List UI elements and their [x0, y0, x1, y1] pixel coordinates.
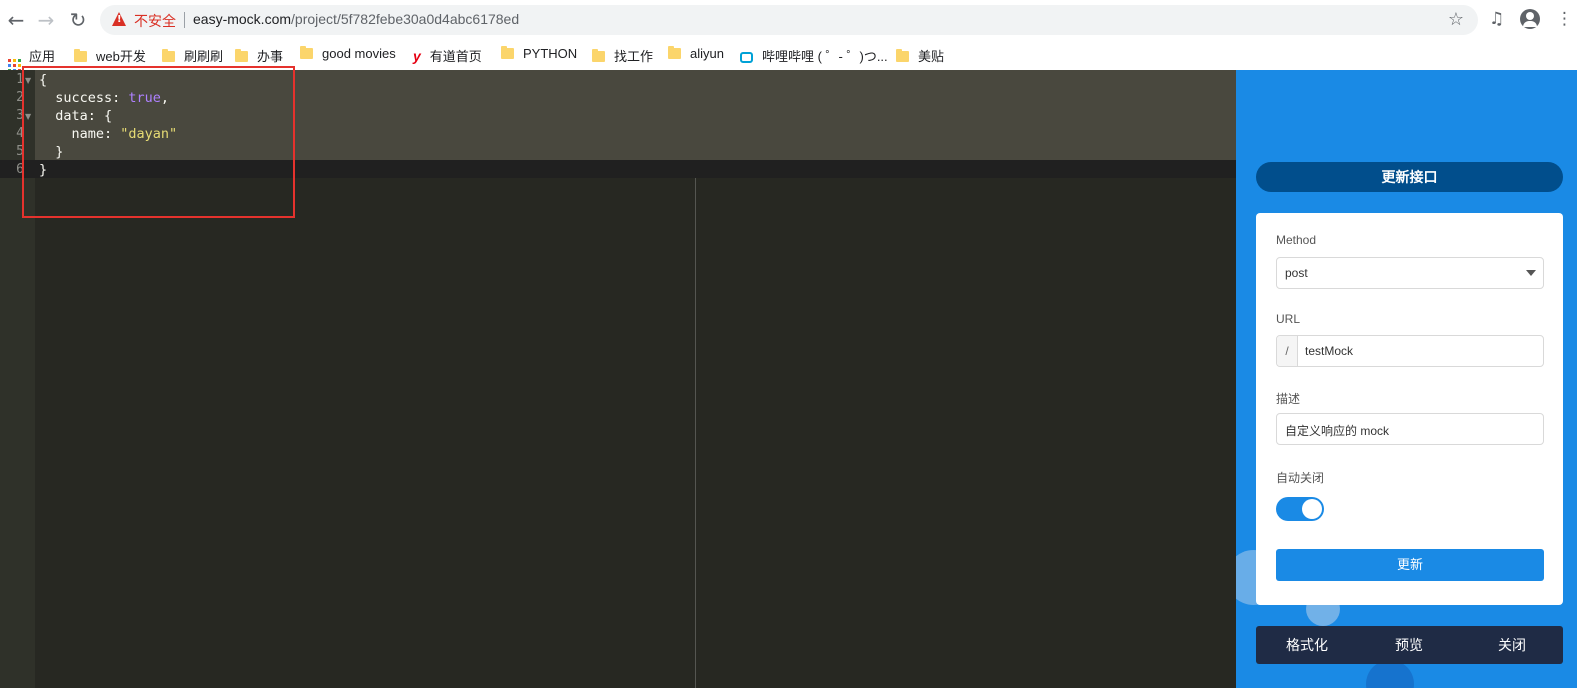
bookmark-label: 有道首页 [429, 49, 482, 64]
back-arrow-icon[interactable]: ← [4, 8, 28, 32]
bookmark-web-dev[interactable]: web开发 [74, 46, 146, 64]
url-host: easy-mock.com [193, 11, 292, 27]
line-number: 5 [16, 144, 24, 159]
bookmark-good-movies[interactable]: good movies [300, 46, 396, 64]
preview-button[interactable]: 预览 [1358, 626, 1460, 664]
description-input[interactable]: 自定义响应的 mock [1285, 422, 1389, 439]
annotation-highlight-box [22, 66, 295, 218]
line-number: 6 [16, 162, 24, 177]
bookmark-label: 找工作 [614, 49, 654, 64]
address-bar[interactable]: 不安全 easy-mock.com/project/5f782febe30a0d… [100, 5, 1478, 35]
bookmark-label: 哔哩哔哩 ( ゜- ゜)つ... [762, 49, 888, 64]
method-value: post [1285, 266, 1308, 280]
folder-icon [235, 49, 248, 62]
auto-close-toggle[interactable] [1276, 497, 1324, 521]
bookmark-youdao[interactable]: y 有道首页 [413, 46, 482, 64]
folder-icon [300, 46, 313, 59]
toggle-knob [1302, 499, 1322, 519]
bookmark-label: 办事 [257, 49, 284, 64]
panel-title: 更新接口 [1256, 162, 1563, 192]
url-field[interactable]: / testMock [1276, 335, 1544, 367]
folder-icon [162, 49, 175, 62]
reload-icon[interactable]: ↻ [66, 8, 90, 32]
line-number: 3 [16, 108, 24, 123]
description-field[interactable]: 自定义响应的 mock [1276, 413, 1544, 445]
url-text[interactable]: easy-mock.com/project/5f782febe30a0d4abc… [193, 11, 519, 27]
folder-icon [74, 49, 87, 62]
auto-close-label: 自动关闭 [1276, 471, 1325, 485]
line-number: 4 [16, 126, 24, 141]
url-input[interactable]: testMock [1305, 344, 1353, 358]
line-number: 1 [16, 72, 24, 87]
bookmark-shuashuashua[interactable]: 刷刷刷 [162, 46, 223, 64]
bilibili-icon [740, 52, 753, 63]
bookmark-label: 刷刷刷 [184, 49, 224, 64]
folder-icon [896, 49, 909, 62]
decorative-bubble [1366, 660, 1414, 688]
url-prefix: / [1277, 336, 1298, 366]
interface-form: Method post URL / testMock 描述 自定义响应的 moc… [1256, 213, 1563, 605]
url-path: /project/5f782febe30a0d4abc6178ed [291, 11, 520, 27]
more-menu-icon[interactable]: ⋮ [1556, 9, 1573, 29]
insecure-label[interactable]: 不安全 [134, 11, 176, 31]
print-margin [695, 178, 696, 688]
account-icon[interactable] [1520, 9, 1540, 29]
bookmark-label: PYTHON [523, 46, 578, 61]
description-label: 描述 [1276, 392, 1301, 406]
bookmark-meitie[interactable]: 美贴 [896, 46, 944, 64]
media-control-icon[interactable]: ♫ [1489, 9, 1504, 29]
address-separator [184, 12, 185, 28]
interface-panel: 更新接口 Method post URL / testMock 描述 自定义响应… [1236, 70, 1577, 688]
forward-arrow-icon[interactable]: → [34, 8, 58, 32]
line-number: 2 [16, 90, 24, 105]
editor-action-bar: 格式化 预览 关闭 [1256, 626, 1563, 664]
folder-icon [501, 46, 514, 59]
caret-down-icon [1526, 270, 1536, 276]
bookmark-label: web开发 [96, 49, 146, 64]
browser-toolbar: ← → ↻ 不安全 easy-mock.com/project/5f782feb… [0, 0, 1577, 40]
bookmark-banshi[interactable]: 办事 [235, 46, 283, 64]
bookmark-label: 美贴 [918, 49, 945, 64]
warning-icon[interactable] [112, 12, 126, 26]
method-select[interactable]: post [1276, 257, 1544, 289]
bookmark-star-icon[interactable]: ☆ [1448, 9, 1464, 30]
folder-icon [592, 49, 605, 62]
bookmark-label: aliyun [690, 46, 724, 61]
update-button[interactable]: 更新 [1276, 549, 1544, 581]
bookmark-aliyun[interactable]: aliyun [668, 46, 724, 64]
bookmark-label: 应用 [29, 49, 56, 64]
format-button[interactable]: 格式化 [1256, 626, 1358, 664]
method-label: Method [1276, 233, 1317, 247]
close-button[interactable]: 关闭 [1461, 626, 1563, 664]
bookmark-python[interactable]: PYTHON [501, 46, 577, 64]
url-label: URL [1276, 312, 1301, 326]
youdao-icon: y [413, 48, 421, 64]
bookmark-jobs[interactable]: 找工作 [592, 46, 653, 64]
bookmark-apps[interactable]: 应用 [8, 46, 56, 72]
folder-icon [668, 46, 681, 59]
bookmark-label: good movies [322, 46, 396, 61]
bookmark-bilibili[interactable]: 哔哩哔哩 ( ゜- ゜)つ... [740, 46, 888, 64]
